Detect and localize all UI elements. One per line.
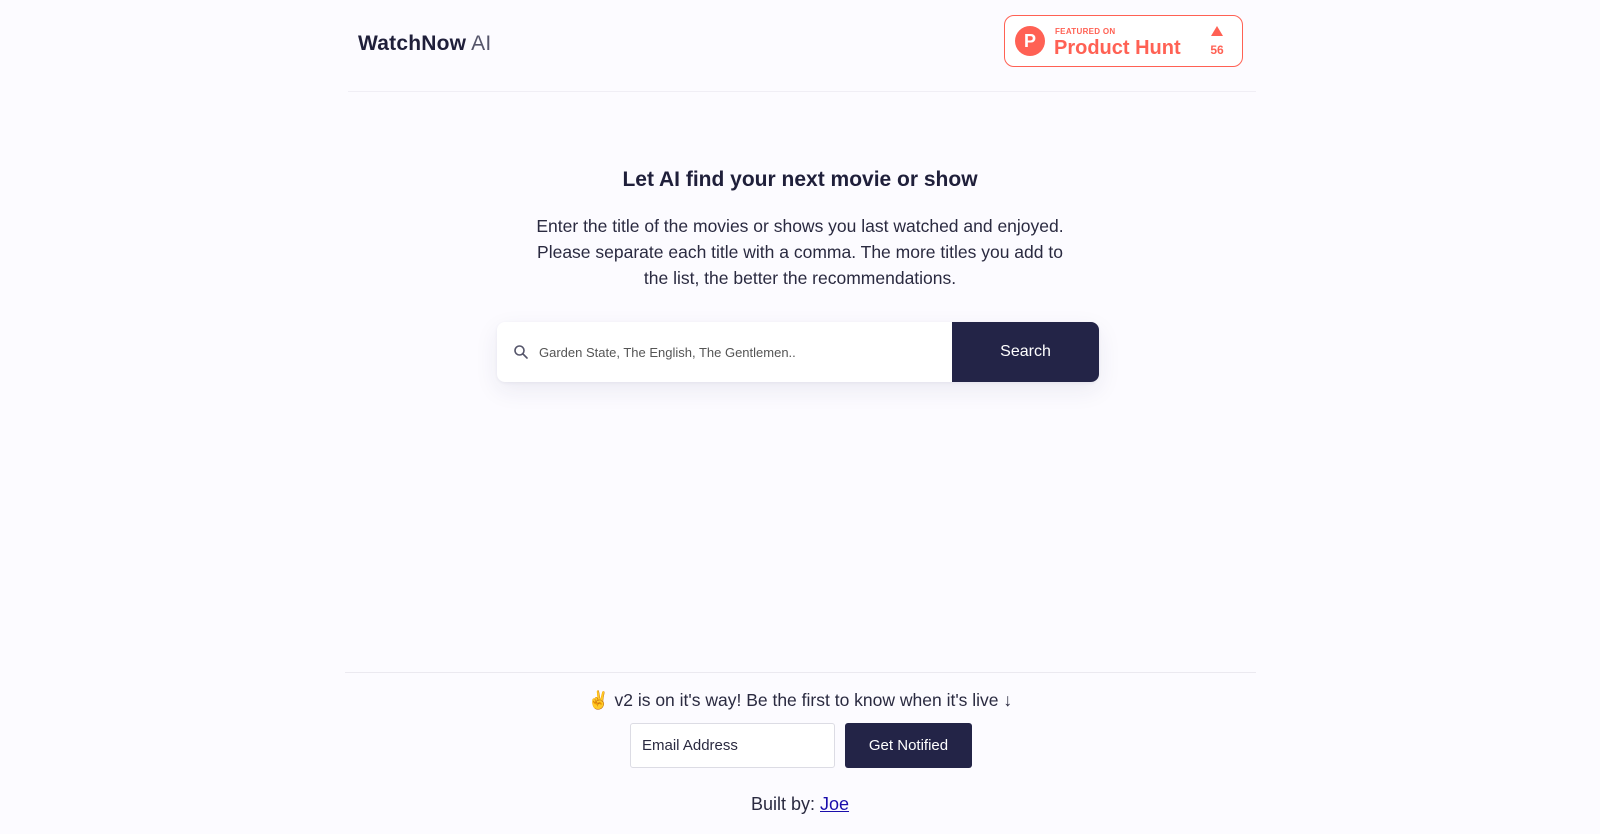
upvote-count: 56	[1210, 43, 1224, 57]
logo-wordmark: WatchNow	[358, 32, 467, 55]
logo-suffix: AI	[471, 32, 492, 55]
get-notified-button[interactable]: Get Notified	[845, 723, 972, 768]
product-hunt-featured-label: FEATURED ON	[1055, 27, 1116, 36]
hero-description: Enter the title of the movies or shows y…	[536, 216, 1064, 288]
search-input[interactable]	[533, 322, 943, 382]
site-header: WatchNow AI P FEATURED ON Product Hunt 56	[348, 0, 1256, 92]
site-logo[interactable]: WatchNow AI	[358, 32, 491, 56]
search-button[interactable]: Search	[952, 322, 1099, 382]
search-box: Search	[497, 322, 1099, 382]
upvote-arrow-icon	[1211, 26, 1223, 36]
built-by: Built by: Joe	[0, 794, 1600, 815]
search-icon	[514, 345, 528, 359]
page: WatchNow AI P FEATURED ON Product Hunt 56…	[0, 0, 1600, 834]
v2-announcement: ✌️ v2 is on it's way! Be the first to kn…	[587, 690, 1013, 710]
hero-title: Let AI find your next movie or show	[622, 168, 978, 191]
footer-divider	[345, 672, 1256, 673]
built-by-label: Built by:	[750, 794, 815, 814]
product-hunt-logo-icon: P	[1015, 26, 1045, 56]
product-hunt-name: Product Hunt	[1054, 37, 1181, 59]
author-link[interactable]: Joe	[820, 794, 849, 814]
product-hunt-badge[interactable]: P FEATURED ON Product Hunt 56	[1004, 15, 1243, 67]
email-field[interactable]	[630, 723, 835, 768]
